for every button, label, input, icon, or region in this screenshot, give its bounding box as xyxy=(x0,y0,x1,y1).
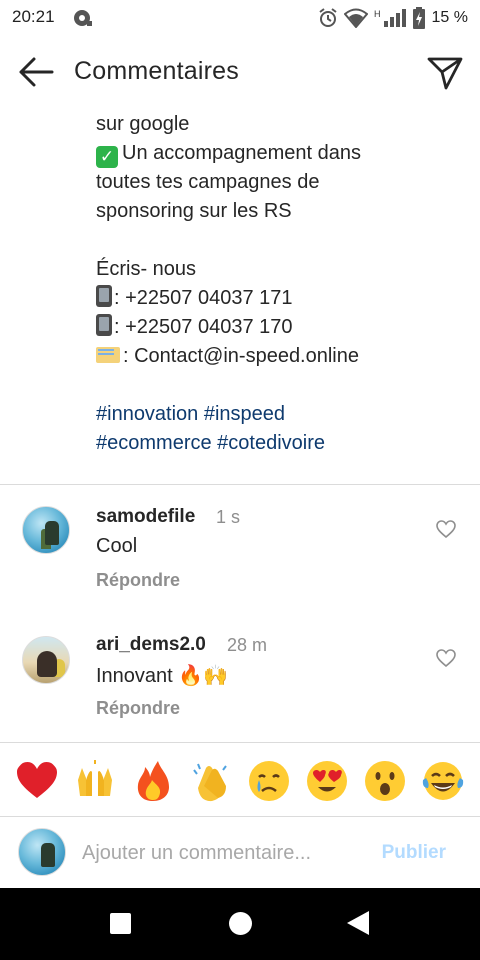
caption-line: sponsoring sur les RS xyxy=(96,200,292,222)
comment-username[interactable]: samodefile xyxy=(96,506,195,528)
divider xyxy=(0,484,480,485)
comment-text: Cool xyxy=(96,535,138,557)
status-time: 20:21 xyxy=(12,7,55,26)
send-icon[interactable] xyxy=(426,54,464,92)
emoji-quick-bar xyxy=(0,752,480,810)
tears-of-joy-face-icon[interactable] xyxy=(420,758,466,804)
caption-line: : +22507 04037 170 xyxy=(96,313,466,342)
alarm-icon xyxy=(319,8,337,27)
page-title: Commentaires xyxy=(74,57,239,85)
status-bar: 20:21 H 15 % xyxy=(0,0,480,36)
heart-eyes-face-icon[interactable] xyxy=(304,758,350,804)
comment-item: samodefile 1 s Cool Répondre xyxy=(0,490,480,600)
network-type: H xyxy=(374,9,381,19)
check-mark-icon: ✓ xyxy=(96,146,118,168)
post-caption: sur google ✓ Un accompagnement dans toute… xyxy=(96,110,466,458)
reply-button[interactable]: Répondre xyxy=(96,570,180,591)
heart-icon[interactable] xyxy=(436,649,456,667)
signal-icon xyxy=(383,9,406,27)
clapping-hands-icon[interactable] xyxy=(188,758,234,804)
caption-text: : +22507 04037 171 xyxy=(114,287,293,309)
comment-composer: Publier xyxy=(0,818,480,888)
header: Commentaires xyxy=(0,36,480,108)
navigation-bar xyxy=(0,888,480,960)
back-icon[interactable] xyxy=(347,911,369,935)
avatar xyxy=(18,828,66,876)
heart-icon[interactable] xyxy=(436,520,456,538)
comment-time: 1 s xyxy=(216,507,241,527)
surprised-face-icon[interactable] xyxy=(362,758,408,804)
caption-line: toutes tes campagnes de xyxy=(96,171,320,193)
avatar[interactable] xyxy=(22,636,70,684)
caption-line: Écris- nous xyxy=(96,258,197,280)
arrow-left-icon[interactable] xyxy=(16,54,56,90)
hashtag-link[interactable]: #ecommerce #cotedivoire xyxy=(96,429,466,458)
reply-button[interactable]: Répondre xyxy=(96,698,180,719)
avatar[interactable] xyxy=(22,506,70,554)
wifi-icon xyxy=(344,8,369,28)
status-icons: H 15 % xyxy=(318,6,468,30)
caption-line: sur google xyxy=(96,113,190,135)
comment-username[interactable]: ari_dems2.0 xyxy=(96,634,206,656)
hashtag-link[interactable]: #innovation #inspeed xyxy=(96,400,466,429)
caption-line: ✓ Un accompagnement dans xyxy=(96,139,466,168)
caption-line: : Contact@in-speed.online xyxy=(96,342,466,371)
divider xyxy=(0,816,480,817)
battery-charging-icon xyxy=(412,7,425,29)
raising-hands-icon[interactable] xyxy=(72,758,118,804)
fire-icon[interactable] xyxy=(130,758,176,804)
comment-text: Innovant 🔥🙌 xyxy=(96,665,229,687)
mobile-phone-icon xyxy=(96,314,112,336)
publish-button[interactable]: Publier xyxy=(382,842,446,864)
crying-face-icon[interactable] xyxy=(246,758,292,804)
comment-item: ari_dems2.0 28 m Innovant 🔥🙌 Répondre xyxy=(0,620,480,730)
envelope-icon xyxy=(96,347,120,363)
notification-icon xyxy=(74,10,92,26)
divider xyxy=(0,742,480,743)
mobile-phone-icon xyxy=(96,285,112,307)
battery-percent: 15 % xyxy=(431,9,468,26)
caption-text: : +22507 04037 170 xyxy=(114,316,293,338)
caption-text: : Contact@in-speed.online xyxy=(123,345,359,367)
home-icon[interactable] xyxy=(229,912,252,935)
recent-apps-icon[interactable] xyxy=(110,913,131,934)
red-heart-icon[interactable] xyxy=(14,758,60,804)
comment-input[interactable] xyxy=(82,838,362,868)
caption-line: : +22507 04037 171 xyxy=(96,284,466,313)
caption-text: Un accompagnement dans xyxy=(122,142,362,164)
comment-time: 28 m xyxy=(227,635,268,655)
